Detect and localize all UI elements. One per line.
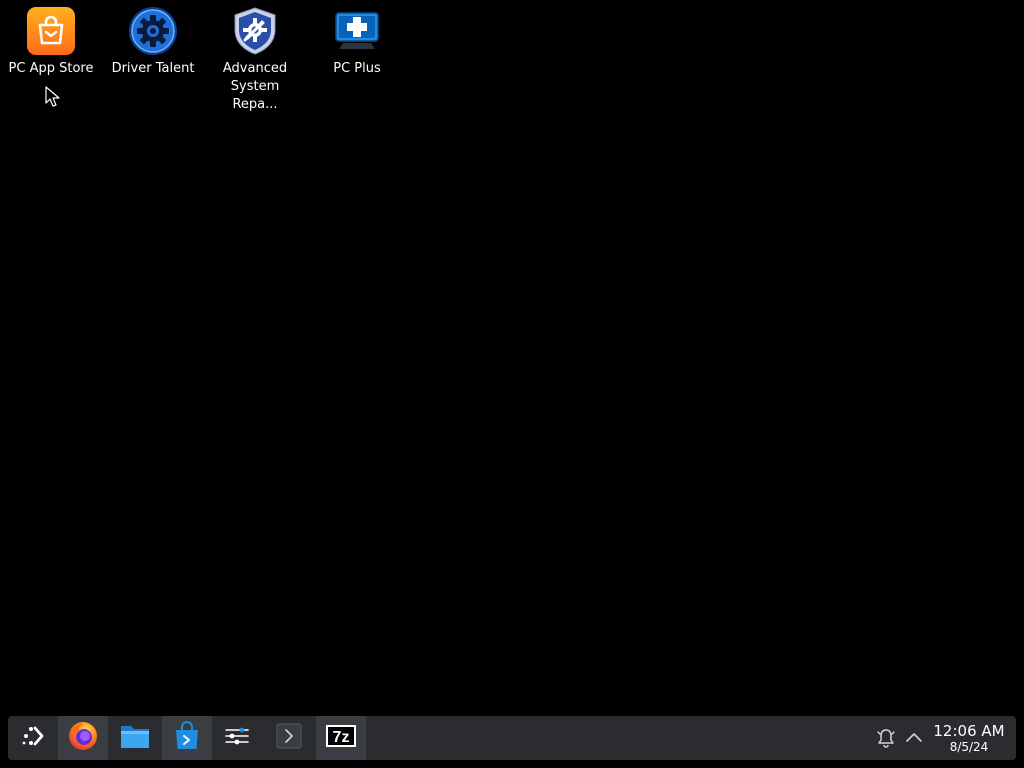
shopping-bag-icon xyxy=(26,6,76,56)
chevron-up-icon[interactable] xyxy=(902,726,926,750)
desktop-icon-label: PC Plus xyxy=(333,61,381,76)
desktop-icon-driver-talent[interactable]: Driver Talent xyxy=(105,6,201,78)
sevenzip-icon: 7z xyxy=(325,724,357,752)
taskbar-files-button[interactable] xyxy=(110,716,160,760)
taskbar-firefox-button[interactable] xyxy=(58,716,108,760)
medical-cross-monitor-icon xyxy=(332,6,382,56)
digital-clock[interactable]: 12:06 AM 8/5/24 xyxy=(926,722,1012,754)
app-launcher-icon xyxy=(20,723,46,753)
folder-icon xyxy=(119,722,151,754)
clock-date: 8/5/24 xyxy=(949,740,989,754)
firefox-icon xyxy=(67,720,99,756)
taskbar-7zip-button[interactable]: 7z xyxy=(316,716,366,760)
store-bag-icon xyxy=(173,721,201,755)
mouse-pointer-icon xyxy=(45,86,61,108)
sevenzip-icon-text: 7z xyxy=(333,729,350,746)
gear-icon xyxy=(128,6,178,56)
taskbar-store-button[interactable] xyxy=(162,716,212,760)
taskbar-settings-button[interactable] xyxy=(212,716,262,760)
desktop-icon-label: Advanced System Repa... xyxy=(222,61,288,112)
desktop[interactable]: PC App Store Driver Talent Advanced Syst… xyxy=(0,0,1024,768)
app-launcher-button[interactable] xyxy=(8,716,58,760)
desktop-icon-advanced-system-repair[interactable]: Advanced System Repa... xyxy=(207,6,303,114)
desktop-icon-label: PC App Store xyxy=(8,61,94,76)
settings-sliders-icon xyxy=(223,724,251,752)
bell-icon[interactable] xyxy=(874,726,898,750)
taskbar-terminal-button[interactable] xyxy=(264,716,314,760)
terminal-icon xyxy=(275,722,303,754)
desktop-icon-pc-app-store[interactable]: PC App Store xyxy=(3,6,99,78)
shield-icon xyxy=(230,6,280,56)
clock-time: 12:06 AM xyxy=(933,722,1005,740)
taskbar: 7z 12:06 AM 8/5/24 xyxy=(8,716,1016,760)
desktop-icon-label: Driver Talent xyxy=(111,61,195,76)
desktop-icon-pc-plus[interactable]: PC Plus xyxy=(309,6,405,78)
